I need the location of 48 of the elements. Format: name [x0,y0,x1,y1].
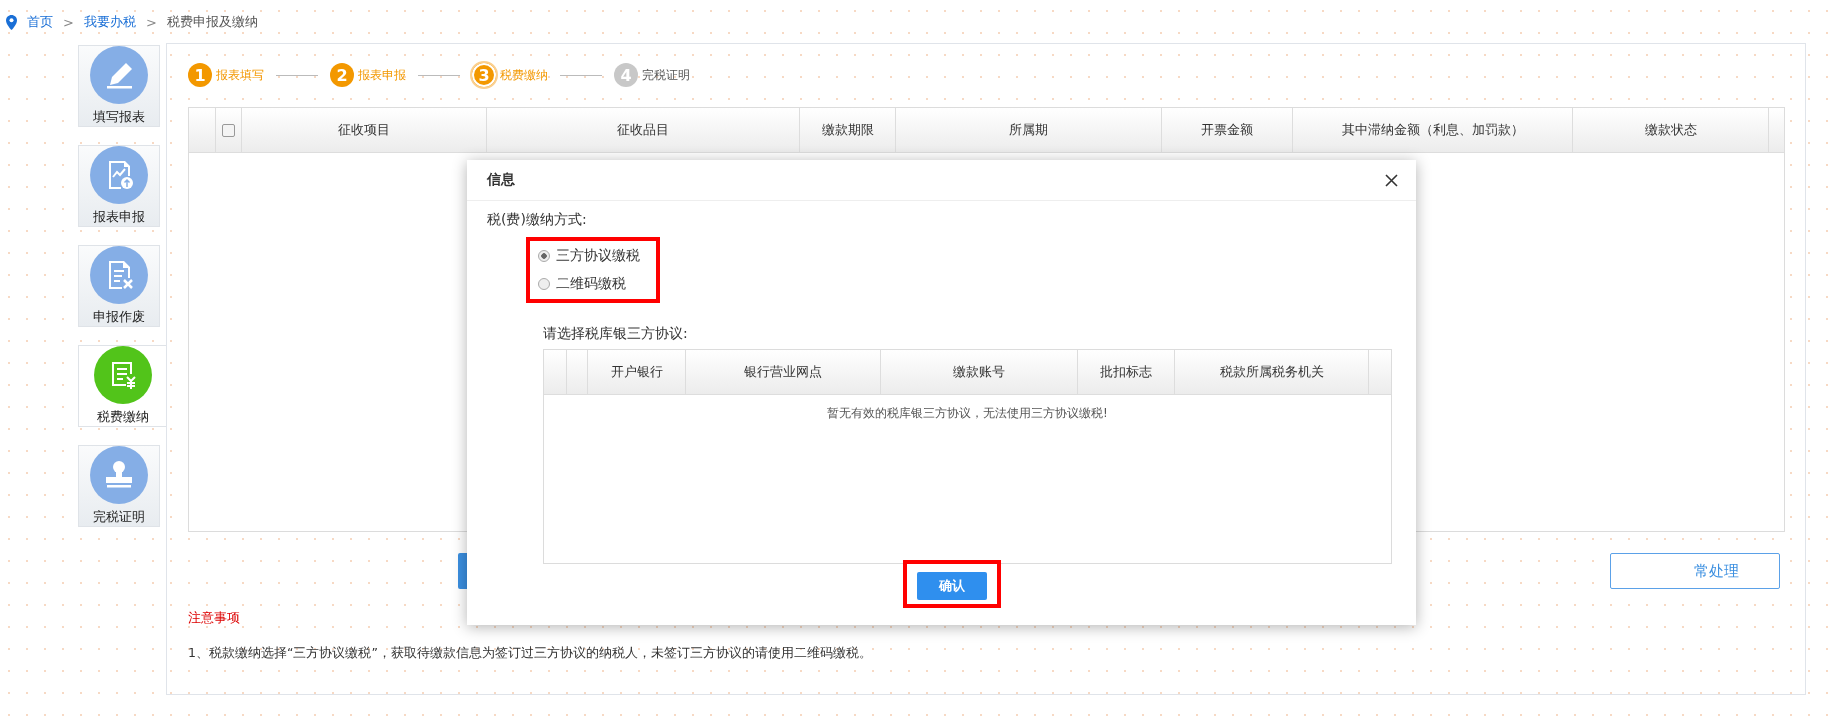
step-label: 完税证明 [642,66,690,84]
field-label: 请选择税库银三方协议: [543,325,689,343]
stamp-icon [90,446,148,504]
document-cross-icon [90,246,148,304]
column-header: 缴款账号 [953,363,1005,381]
chart-document-icon [90,146,148,204]
column-header: 税款所属税务机关 [1219,363,1324,381]
column-header: 征收项目 [338,121,390,139]
step-label: 报表申报 [358,66,406,84]
breadcrumb-separator: > [145,14,157,30]
empty-message: 暂无有效的税库银三方协议，无法使用三方协议缴税! [826,405,1109,422]
radio-button[interactable] [538,250,550,262]
radio-button[interactable] [538,278,550,290]
sidebar-item[interactable]: 完税证明 [78,445,160,527]
breadcrumb-separator: > [63,14,74,30]
radio-option[interactable]: 二维码缴税 [538,275,648,293]
sidebar-item[interactable]: 报表申报 [78,145,160,227]
column-header: 征收品目 [617,121,669,139]
pencil-icon [90,46,148,104]
sidebar-item[interactable]: 填写报表 [78,45,160,127]
column-header: 开户银行 [610,363,663,381]
column-header: 缴款状态 [1644,121,1697,139]
column-header: 批扣标志 [1100,363,1152,381]
step-label: 税费缴纳 [500,66,548,84]
location-pin-icon [6,14,17,30]
step-number: 2 [330,63,354,87]
sidebar-item[interactable]: 税费缴纳 [78,345,166,427]
dialog-title: 信息 [487,171,515,189]
close-icon[interactable] [1385,173,1398,187]
column-header: 开票金额 [1201,121,1253,139]
sidebar-item[interactable]: 申报作废 [78,245,160,327]
step-number: 3 [470,61,498,89]
breadcrumb-current: 税费申报及缴纳 [166,13,258,31]
step-label: 报表填写 [216,66,264,84]
breadcrumb-link[interactable]: 我要办税 [83,13,136,31]
document-yen-icon [93,346,152,404]
column-header: 所属期 [1009,121,1048,139]
column-header: 缴款期限 [821,121,874,139]
breadcrumb-link[interactable]: 首页 [27,13,53,31]
radio-option[interactable]: 三方协议缴税 [538,247,648,265]
action-button[interactable]: 常处理 [1610,553,1780,589]
field-label: 税(费)缴纳方式: [487,211,588,229]
note-text: 1、税款缴纳选择“三方协议缴税”，获取待缴款信息为签订过三方协议的纳税人，未签订三方协议的请使用二维码缴税。 [188,645,873,662]
notes-title: 注意事项 [188,609,241,627]
step-number: 1 [188,63,212,87]
column-header: 其中滞纳金额（利息、加罚款） [1341,121,1524,139]
select-all-checkbox[interactable] [222,123,235,137]
column-header: 银行营业网点 [744,363,822,381]
